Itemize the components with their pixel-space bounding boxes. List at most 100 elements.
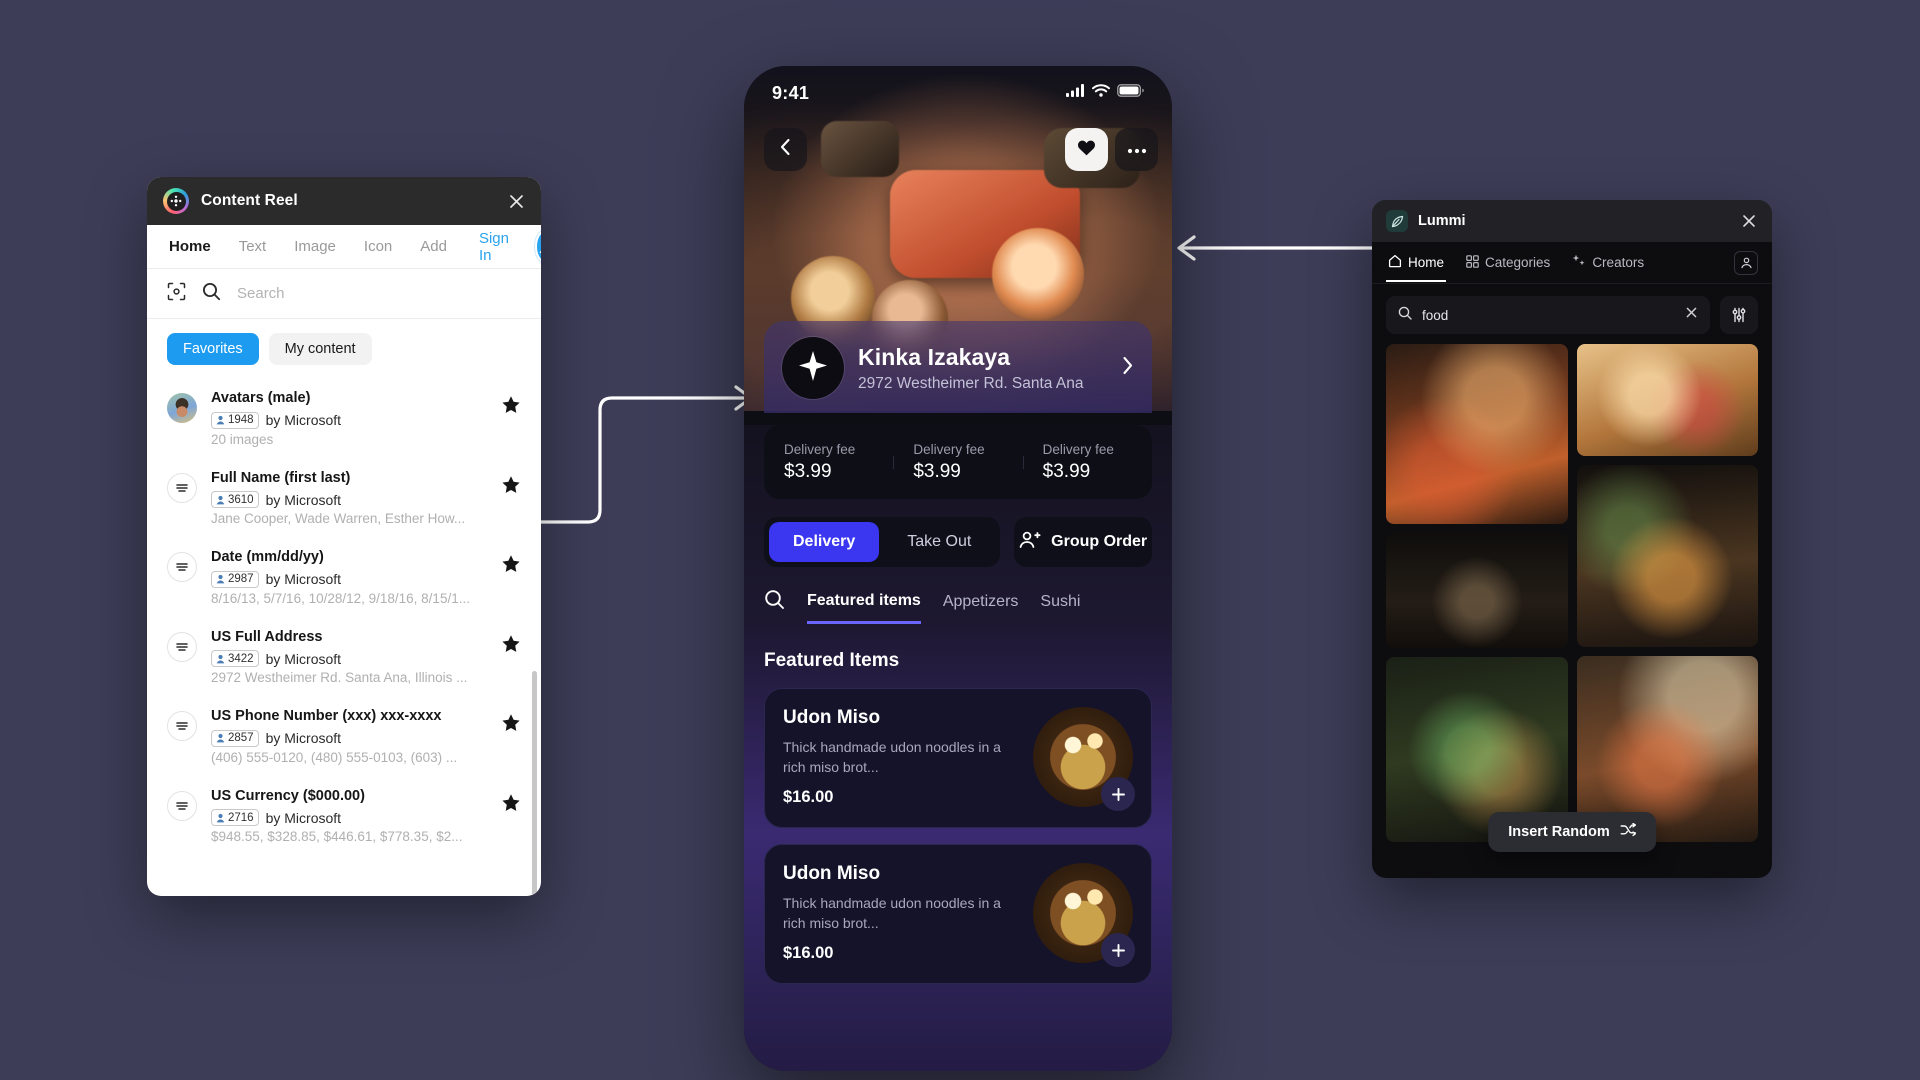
tab-home[interactable]: Home <box>169 238 211 255</box>
user-avatar-icon[interactable] <box>537 232 541 261</box>
status-bar: 9:41 <box>744 66 1172 120</box>
fee-item: Delivery fee $3.99 <box>893 442 1022 483</box>
scrollbar[interactable] <box>532 671 537 896</box>
list-item-title: Avatars (male) <box>211 390 311 406</box>
search-icon <box>1398 306 1412 325</box>
delivery-fees-row: Delivery fee $3.99 Delivery fee $3.99 De… <box>764 425 1152 499</box>
sign-in-link[interactable]: Sign In <box>479 230 509 264</box>
lummi-image-dark-spices[interactable] <box>1386 533 1568 648</box>
clear-x-icon[interactable] <box>1685 306 1698 324</box>
more-options-button[interactable] <box>1115 128 1158 171</box>
text-list-icon <box>167 631 197 662</box>
scan-icon[interactable] <box>167 282 186 306</box>
user-icon[interactable] <box>1734 250 1758 275</box>
tab-image[interactable]: Image <box>294 238 336 255</box>
chip-favorites[interactable]: Favorites <box>167 333 259 365</box>
lummi-search-field[interactable]: food <box>1386 296 1710 334</box>
lummi-nav-creators[interactable]: Creators <box>1570 243 1646 282</box>
take-out-button[interactable]: Take Out <box>883 522 995 562</box>
dish-info: Udon Miso Thick handmade udon noodles in… <box>783 707 1021 807</box>
insert-random-label: Insert Random <box>1508 824 1610 840</box>
order-mode-row: Delivery Take Out Group Order <box>764 517 1152 567</box>
author-label: by Microsoft <box>265 809 342 826</box>
list-item-meta: 2716 by Microsoft <box>211 809 487 827</box>
dish-card[interactable]: Udon Miso Thick handmade udon noodles in… <box>764 844 1152 984</box>
add-to-cart-button[interactable] <box>1101 777 1135 811</box>
list-item[interactable]: US Currency ($000.00) 2716 by Microsoft … <box>147 777 541 857</box>
restaurant-header-card[interactable]: Kinka Izakaya 2972 Westheimer Rd. Santa … <box>764 321 1152 413</box>
person-icon <box>216 734 225 743</box>
signal-bars-icon <box>1066 84 1085 102</box>
star-icon[interactable] <box>501 793 521 818</box>
list-item-preview: 8/16/13, 5/7/16, 10/28/12, 9/18/16, 8/15… <box>211 590 470 606</box>
close-icon[interactable] <box>505 190 527 212</box>
group-order-button[interactable]: Group Order <box>1014 517 1152 567</box>
fee-value: $3.99 <box>913 460 961 482</box>
close-icon[interactable] <box>1738 210 1760 232</box>
lummi-search-input[interactable]: food <box>1422 308 1675 323</box>
person-icon <box>216 575 225 584</box>
list-item[interactable]: Avatars (male) 1948 by Microsoft 20 imag… <box>147 379 541 459</box>
list-item[interactable]: US Phone Number (xxx) xxx-xxxx 2857 by M… <box>147 697 541 777</box>
list-item-body: US Currency ($000.00) 2716 by Microsoft … <box>211 787 487 845</box>
featured-items-heading: Featured Items <box>764 650 900 671</box>
search-input[interactable]: Search <box>237 285 521 302</box>
list-item-preview: $948.55, $328.85, $446.61, $778.35, $2..… <box>211 829 463 845</box>
lummi-image-grid <box>1372 344 1772 842</box>
sliders-icon[interactable] <box>1720 296 1758 334</box>
tab-appetizers[interactable]: Appetizers <box>943 593 1019 622</box>
star-icon[interactable] <box>501 395 521 420</box>
favorite-button[interactable] <box>1065 128 1108 171</box>
dish-info: Udon Miso Thick handmade udon noodles in… <box>783 863 1021 963</box>
lummi-image-cheese-board[interactable] <box>1576 344 1758 456</box>
content-reel-titlebar: Content Reel <box>147 177 541 225</box>
chip-my-content[interactable]: My content <box>268 333 372 365</box>
menu-search-icon[interactable] <box>764 589 785 626</box>
chevron-right-icon[interactable] <box>1122 356 1134 380</box>
star-icon[interactable] <box>501 475 521 500</box>
list-item[interactable]: Date (mm/dd/yy) 2987 by Microsoft 8/16/1… <box>147 538 541 618</box>
search-icon[interactable] <box>202 282 221 306</box>
tab-add[interactable]: Add <box>420 238 447 255</box>
list-item[interactable]: US Full Address 3422 by Microsoft 2972 W… <box>147 618 541 698</box>
back-button[interactable] <box>764 128 807 171</box>
plus-icon <box>1111 787 1125 801</box>
lummi-nav-home[interactable]: Home <box>1386 243 1447 282</box>
author-label: by Microsoft <box>265 730 342 747</box>
star-icon[interactable] <box>501 634 521 659</box>
plus-icon <box>1111 943 1125 957</box>
list-item-preview: Jane Cooper, Wade Warren, Esther How... <box>211 511 466 527</box>
list-item-title: US Full Address <box>211 628 323 645</box>
star-icon[interactable] <box>501 713 521 738</box>
delivery-button[interactable]: Delivery <box>769 522 880 562</box>
tab-featured-items[interactable]: Featured items <box>807 592 921 624</box>
usage-count: 2857 <box>228 732 254 745</box>
list-item[interactable]: Full Name (first last) 3610 by Microsoft… <box>147 459 541 539</box>
fee-label: Delivery fee <box>913 441 985 457</box>
canvas: Content Reel Home Text Image Icon Add Si… <box>0 0 1920 1080</box>
lummi-titlebar: Lummi <box>1372 200 1772 242</box>
tab-sushi[interactable]: Sushi <box>1040 593 1080 622</box>
dish-card[interactable]: Udon Miso Thick handmade udon noodles in… <box>764 688 1152 828</box>
add-to-cart-button[interactable] <box>1101 933 1135 967</box>
insert-random-button[interactable]: Insert Random <box>1488 812 1656 852</box>
content-reel-logo-icon <box>163 188 189 214</box>
usage-count: 1948 <box>228 414 254 427</box>
usage-count: 2716 <box>228 811 254 824</box>
content-reel-title: Content Reel <box>201 192 298 209</box>
lummi-panel: Lummi Home Categories Creators food Inse… <box>1372 200 1772 878</box>
text-list-icon <box>167 472 197 503</box>
fee-item: Delivery fee $3.99 <box>1022 442 1152 483</box>
lummi-nav-categories[interactable]: Categories <box>1464 244 1552 282</box>
star-icon[interactable] <box>501 554 521 579</box>
lummi-image-herb-table[interactable] <box>1576 465 1758 647</box>
restaurant-logo <box>782 337 844 399</box>
lummi-image-market-cooking[interactable] <box>1386 344 1568 524</box>
menu-tabbar: Featured items Appetizers Sushi <box>764 589 1152 628</box>
dish-price: $16.00 <box>783 943 834 962</box>
list-item-preview: 20 images <box>211 431 274 447</box>
list-item-body: Full Name (first last) 3610 by Microsoft… <box>211 469 487 527</box>
tab-icon[interactable]: Icon <box>364 238 392 255</box>
list-item-preview: (406) 555-0120, (480) 555-0103, (603) ..… <box>211 749 458 765</box>
tab-text[interactable]: Text <box>239 238 267 255</box>
